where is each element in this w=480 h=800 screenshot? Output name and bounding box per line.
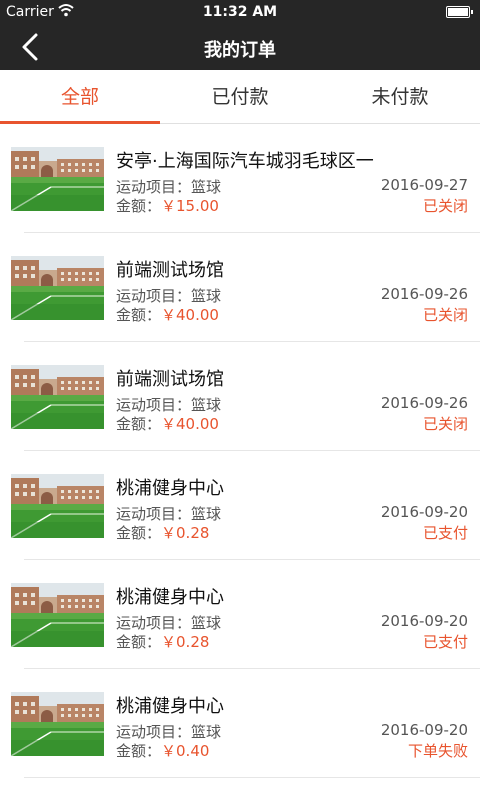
sport-value: 篮球 [191, 396, 222, 414]
venue-photo [11, 256, 104, 320]
venue-name: 桃浦健身中心 [116, 587, 224, 608]
sport-value: 篮球 [191, 614, 222, 632]
sport-value: 篮球 [191, 178, 222, 196]
order-tabs: 全部 已付款 未付款 [0, 70, 480, 124]
sport-value: 篮球 [191, 723, 222, 741]
amount-line: 金额：￥0.28 [116, 631, 209, 652]
venue-name: 安亭·上海国际汽车城羽毛球区一 [116, 151, 374, 172]
sport-label: 运动项目： [116, 505, 192, 523]
amount-label: 金额： [116, 633, 162, 651]
venue-name: 桃浦健身中心 [116, 478, 224, 499]
price-value: ￥0.28 [161, 524, 210, 542]
sport-line: 运动项目：篮球 [116, 721, 221, 742]
amount-label: 金额： [116, 415, 162, 433]
venue-photo [11, 583, 104, 647]
order-date: 2016-09-20 [380, 612, 468, 630]
sport-line: 运动项目：篮球 [116, 612, 221, 633]
venue-photo [11, 692, 104, 756]
sport-value: 篮球 [191, 287, 222, 305]
order-status: 已关闭 [422, 306, 468, 324]
order-row[interactable]: 桃浦健身中心 运动项目：篮球 金额：￥0.40 2016-09-20 下单失败 [0, 669, 480, 778]
order-status: 已关闭 [422, 415, 468, 433]
order-status: 已关闭 [422, 197, 468, 215]
order-status: 已支付 [422, 524, 468, 542]
amount-line: 金额：￥40.00 [116, 304, 219, 325]
price-value: ￥15.00 [161, 197, 219, 215]
sport-label: 运动项目： [116, 287, 192, 305]
order-date: 2016-09-27 [380, 176, 468, 194]
tab-paid[interactable]: 已付款 [160, 70, 320, 123]
order-status: 下单失败 [407, 742, 468, 760]
price-value: ￥40.00 [161, 415, 219, 433]
venue-photo [11, 147, 104, 211]
sport-line: 运动项目：篮球 [116, 394, 221, 415]
order-date: 2016-09-20 [380, 503, 468, 521]
battery-icon [446, 6, 470, 18]
sport-label: 运动项目： [116, 178, 192, 196]
amount-line: 金额：￥40.00 [116, 413, 219, 434]
venue-photo [11, 474, 104, 538]
status-time: 11:32 AM [202, 4, 278, 20]
order-row[interactable]: 前端测试场馆 运动项目：篮球 金额：￥40.00 2016-09-26 已关闭 [0, 342, 480, 451]
order-row[interactable]: 桃浦健身中心 运动项目：篮球 金额：￥0.28 2016-09-20 已支付 [0, 560, 480, 669]
sport-line: 运动项目：篮球 [116, 503, 221, 524]
amount-label: 金额： [116, 742, 162, 760]
sport-label: 运动项目： [116, 396, 192, 414]
sport-line: 运动项目：篮球 [116, 176, 221, 197]
amount-line: 金额：￥15.00 [116, 195, 219, 216]
order-date: 2016-09-20 [380, 721, 468, 739]
status-bar: Carrier 11:32 AM [0, 0, 480, 24]
order-row[interactable]: 前端测试场馆 运动项目：篮球 金额：￥40.00 2016-09-26 已关闭 [0, 233, 480, 342]
price-value: ￥0.28 [161, 633, 210, 651]
sport-line: 运动项目：篮球 [116, 285, 221, 306]
amount-label: 金额： [116, 197, 162, 215]
sport-value: 篮球 [191, 505, 222, 523]
order-status: 已支付 [422, 633, 468, 651]
price-value: ￥40.00 [161, 306, 219, 324]
tab-unpaid[interactable]: 未付款 [320, 70, 480, 123]
venue-name: 前端测试场馆 [116, 369, 224, 390]
venue-name: 桃浦健身中心 [116, 696, 224, 717]
venue-photo [11, 365, 104, 429]
order-date: 2016-09-26 [380, 394, 468, 412]
tab-all[interactable]: 全部 [0, 70, 160, 124]
page-title: 我的订单 [204, 40, 276, 61]
battery-tip [471, 10, 473, 14]
order-list: 安亭·上海国际汽车城羽毛球区一 运动项目：篮球 金额：￥15.00 2016-0… [0, 124, 480, 778]
amount-line: 金额：￥0.40 [116, 740, 209, 761]
sport-label: 运动项目： [116, 614, 192, 632]
order-row[interactable]: 安亭·上海国际汽车城羽毛球区一 运动项目：篮球 金额：￥15.00 2016-0… [0, 124, 480, 233]
amount-label: 金额： [116, 524, 162, 542]
order-date: 2016-09-26 [380, 285, 468, 303]
nav-bar: 我的订单 [0, 24, 480, 70]
amount-line: 金额：￥0.28 [116, 522, 209, 543]
venue-name: 前端测试场馆 [116, 260, 224, 281]
price-value: ￥0.40 [161, 742, 210, 760]
sport-label: 运动项目： [116, 723, 192, 741]
order-row[interactable]: 桃浦健身中心 运动项目：篮球 金额：￥0.28 2016-09-20 已支付 [0, 451, 480, 560]
amount-label: 金额： [116, 306, 162, 324]
